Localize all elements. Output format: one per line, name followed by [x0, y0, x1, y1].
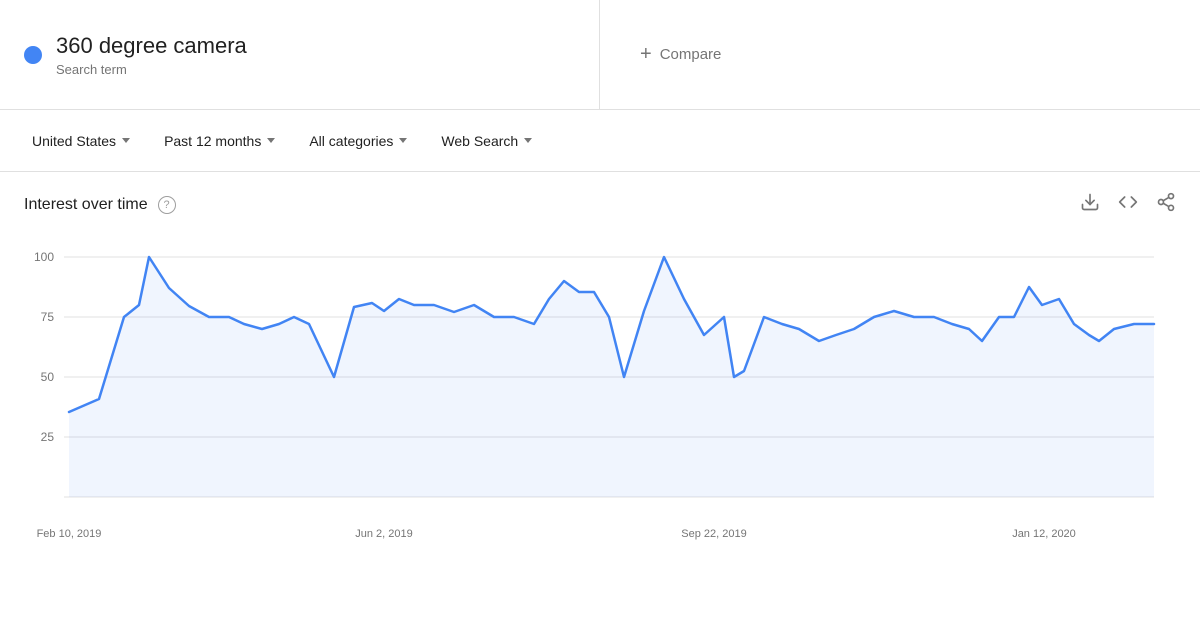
share-icon[interactable]: [1156, 192, 1176, 217]
svg-text:75: 75: [41, 310, 55, 324]
search-term-subtitle: Search term: [56, 62, 247, 77]
svg-text:Jun 2, 2019: Jun 2, 2019: [355, 528, 413, 540]
chart-title-row: Interest over time ?: [24, 196, 176, 214]
plus-icon: +: [640, 43, 652, 66]
region-chevron-icon: [122, 138, 130, 143]
search-term-block: 360 degree camera Search term: [56, 33, 247, 77]
time-range-chevron-icon: [267, 138, 275, 143]
chart-title: Interest over time: [24, 196, 148, 214]
interest-chart: 100 75 50 25 Feb 10, 2019 Jun 2, 2019 Se…: [24, 227, 1176, 587]
compare-section: + Compare: [600, 0, 1200, 109]
download-icon[interactable]: [1080, 192, 1100, 217]
search-type-label: Web Search: [441, 133, 518, 149]
search-term-section: 360 degree camera Search term: [0, 0, 600, 109]
search-type-filter[interactable]: Web Search: [429, 125, 544, 157]
categories-filter[interactable]: All categories: [297, 125, 419, 157]
categories-chevron-icon: [399, 138, 407, 143]
chart-container: 100 75 50 25 Feb 10, 2019 Jun 2, 2019 Se…: [24, 227, 1176, 587]
chart-section: Interest over time ?: [0, 172, 1200, 587]
svg-text:Jan 12, 2020: Jan 12, 2020: [1012, 528, 1076, 540]
svg-text:Sep 22, 2019: Sep 22, 2019: [681, 528, 746, 540]
svg-text:100: 100: [34, 250, 54, 264]
chart-actions: [1080, 192, 1176, 217]
region-label: United States: [32, 133, 116, 149]
time-range-filter[interactable]: Past 12 months: [152, 125, 287, 157]
search-type-chevron-icon: [524, 138, 532, 143]
svg-text:50: 50: [41, 370, 55, 384]
page-header: 360 degree camera Search term + Compare: [0, 0, 1200, 110]
search-term-title: 360 degree camera: [56, 33, 247, 59]
embed-icon[interactable]: [1118, 192, 1138, 217]
help-icon[interactable]: ?: [158, 196, 176, 214]
svg-text:25: 25: [41, 430, 55, 444]
time-range-label: Past 12 months: [164, 133, 261, 149]
compare-button[interactable]: + Compare: [640, 43, 721, 66]
chart-header: Interest over time ?: [24, 192, 1176, 217]
interest-area: [69, 257, 1154, 497]
svg-text:Feb 10, 2019: Feb 10, 2019: [37, 528, 102, 540]
filter-bar: United States Past 12 months All categor…: [0, 110, 1200, 172]
categories-label: All categories: [309, 133, 393, 149]
compare-label: Compare: [660, 46, 722, 63]
search-term-dot: [24, 46, 42, 64]
region-filter[interactable]: United States: [20, 125, 142, 157]
